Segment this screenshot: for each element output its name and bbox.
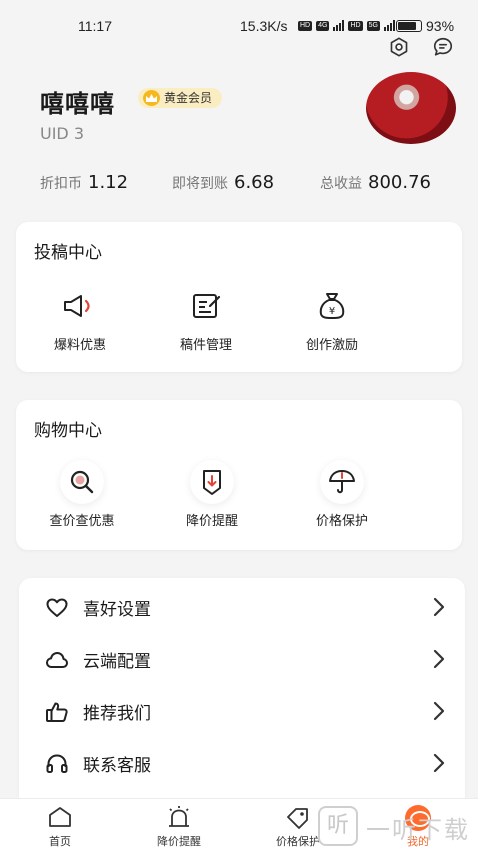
price-drop-icon	[190, 460, 234, 504]
tab-home[interactable]: 首页	[20, 805, 100, 849]
svg-text:¥: ¥	[329, 306, 335, 317]
menu-item-label: 喜好设置	[83, 600, 151, 620]
status-time: 11:17	[78, 18, 112, 34]
megaphone-icon	[58, 284, 102, 328]
stat-discount-coins[interactable]: 折扣币 1.12	[40, 172, 128, 193]
grid-item-label: 稿件管理	[179, 338, 232, 353]
stat-pending[interactable]: 即将到账 6.68	[172, 172, 274, 193]
settings-list: 喜好设置 云端配置 推荐我们 联系客服	[19, 578, 465, 800]
grid-item-price-check[interactable]: 查价查优惠	[32, 460, 132, 529]
crown-icon	[143, 90, 160, 106]
alarm-icon	[169, 806, 189, 827]
chevron-right-icon	[433, 753, 445, 773]
menu-item-label: 推荐我们	[83, 704, 151, 724]
settings-icon[interactable]	[388, 36, 410, 58]
avatar[interactable]	[366, 72, 456, 144]
menu-item-support[interactable]: 联系客服	[19, 736, 465, 788]
4g-tag: 4G	[316, 21, 330, 31]
chevron-right-icon	[433, 597, 445, 617]
shopping-center-card: 购物中心 查价查优惠 降价提醒 价格保护	[16, 400, 462, 550]
thumbs-up-icon	[46, 702, 68, 722]
grid-item-incentives[interactable]: ¥ 创作激励	[282, 284, 382, 353]
status-bar: 11:17 15.3K/s HD 4G HD 5G 93%	[0, 0, 478, 34]
watermark-text: 一听下载	[366, 816, 470, 844]
watermark-logo: 听	[318, 806, 358, 846]
grid-item-label: 查价查优惠	[49, 514, 115, 529]
battery-level: 93%	[426, 18, 455, 34]
stat-value: 800.76	[368, 172, 431, 193]
stat-label: 即将到账	[172, 176, 228, 192]
menu-item-preferences[interactable]: 喜好设置	[19, 580, 465, 632]
edit-document-icon	[184, 284, 228, 328]
grid-item-tip-off[interactable]: 爆料优惠	[30, 284, 130, 353]
signal-bars-icon	[333, 20, 345, 31]
money-bag-icon: ¥	[310, 284, 354, 328]
chevron-right-icon	[433, 701, 445, 721]
search-icon	[60, 460, 104, 504]
grid-item-label: 爆料优惠	[53, 338, 106, 353]
grid-item-price-protect[interactable]: 价格保护	[292, 460, 392, 529]
stat-label: 总收益	[320, 176, 362, 192]
top-actions	[388, 36, 454, 58]
hd-tag: HD	[298, 21, 313, 31]
grid-item-label: 创作激励	[305, 338, 358, 353]
menu-item-recommend[interactable]: 推荐我们	[19, 684, 465, 736]
menu-item-cloud-config[interactable]: 云端配置	[19, 632, 465, 684]
stat-total-earnings[interactable]: 总收益 800.76	[320, 172, 431, 193]
heart-icon	[46, 598, 68, 617]
stat-value: 6.68	[234, 172, 275, 193]
umbrella-icon	[320, 460, 364, 504]
message-icon[interactable]	[432, 36, 454, 58]
home-icon	[49, 807, 71, 827]
grid-item-label: 降价提醒	[185, 514, 238, 529]
grid-item-manuscripts[interactable]: 稿件管理	[156, 284, 256, 353]
chevron-right-icon	[433, 649, 445, 669]
menu-item-label: 联系客服	[83, 756, 151, 776]
membership-badge[interactable]: 黄金会员	[138, 88, 223, 108]
tab-label: 价格保护	[276, 835, 320, 848]
grid-item-price-drop[interactable]: 降价提醒	[162, 460, 262, 529]
5g-tag: 5G	[366, 21, 380, 31]
battery-icon	[396, 20, 422, 32]
cloud-icon	[46, 652, 68, 668]
tag-icon	[287, 808, 308, 829]
tab-label: 降价提醒	[157, 835, 201, 848]
card-title: 购物中心	[34, 421, 102, 441]
membership-label: 黄金会员	[164, 91, 213, 105]
headset-icon	[46, 754, 68, 773]
watermark: 听 一听下载	[318, 804, 478, 850]
signal-indicators: HD 4G HD 5G	[298, 20, 395, 31]
stat-label: 折扣币	[40, 176, 82, 192]
tab-price-drop[interactable]: 降价提醒	[139, 805, 219, 849]
signal-bars-icon-2	[383, 20, 395, 31]
network-speed: 15.3K/s	[240, 18, 288, 34]
user-id: UID 3	[40, 124, 85, 143]
menu-item-label: 云端配置	[83, 652, 151, 672]
card-title: 投稿中心	[34, 243, 102, 263]
hd-tag-2: HD	[348, 21, 363, 31]
grid-item-label: 价格保护	[315, 514, 368, 529]
submission-center-card: 投稿中心 爆料优惠 稿件管理 ¥ 创作激励	[16, 222, 462, 372]
stat-value: 1.12	[88, 172, 129, 193]
profile-name: 嘻嘻嘻	[40, 90, 115, 118]
tab-label: 首页	[49, 835, 71, 848]
